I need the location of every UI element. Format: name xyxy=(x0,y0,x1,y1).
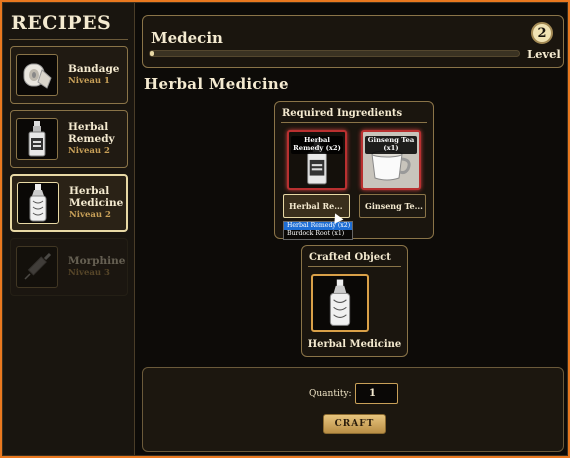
level-badge: 2 xyxy=(531,22,553,44)
ingredient-label: Ginseng Tea (x1) xyxy=(365,136,417,154)
recipe-level: Niveau 3 xyxy=(68,268,110,279)
medicine-bottle-icon xyxy=(17,182,59,224)
dropdown-option[interactable]: Burdock Root (x1) xyxy=(284,230,352,238)
xp-progress-bar xyxy=(149,50,520,57)
recipe-name: Herbal Medicine xyxy=(69,185,124,210)
ingredient-select-2[interactable]: Ginseng Te... xyxy=(359,194,426,218)
recipe-item-herbal-remedy[interactable]: Herbal Remedy Niveau 2 xyxy=(10,110,128,168)
recipes-sidebar: RECIPES Bandage Niveau 1 Herbal Remedy N… xyxy=(3,3,135,455)
dropdown-option[interactable]: Herbal Remedy (x2) xyxy=(284,222,352,231)
recipe-level: Niveau 2 xyxy=(69,210,111,221)
medicine-bottle-icon xyxy=(329,279,351,326)
crafted-object-slot[interactable] xyxy=(311,274,369,332)
ingredient-label: Herbal Remedy (x2) xyxy=(291,136,343,154)
ingredient-slot-herbal-remedy[interactable]: Herbal Remedy (x2) xyxy=(287,130,347,190)
crafted-object-panel: Crafted Object Herbal Medicine xyxy=(301,245,408,357)
crafted-object-name: Herbal Medicine xyxy=(307,339,402,350)
panel-divider xyxy=(308,266,401,267)
ingredients-heading: Required Ingredients xyxy=(282,108,403,119)
profession-name: Medecin xyxy=(151,29,223,47)
bandage-icon xyxy=(16,54,58,96)
recipe-name: Bandage xyxy=(68,63,120,76)
quantity-input[interactable] xyxy=(355,383,398,404)
crafting-window: RECIPES Bandage Niveau 1 Herbal Remedy N… xyxy=(2,2,568,456)
sidebar-title: RECIPES xyxy=(11,12,112,34)
recipe-level: Niveau 2 xyxy=(68,146,110,157)
profession-header: Medecin 2 Level xyxy=(142,15,564,68)
required-ingredients-panel: Required Ingredients Herbal Remedy (x2) … xyxy=(274,101,434,240)
ingredient-dropdown: Herbal Remedy (x2) Burdock Root (x1) xyxy=(283,221,353,240)
recipe-title: Herbal Medicine xyxy=(144,75,289,93)
craft-footer: Quantity: CRAFT xyxy=(142,367,564,452)
panel-divider xyxy=(281,122,427,123)
crafted-heading: Crafted Object xyxy=(309,252,391,263)
ingredient-slot-ginseng-tea[interactable]: Ginseng Tea (x1) xyxy=(361,130,421,190)
recipe-item-morphine[interactable]: Morphine Niveau 3 xyxy=(10,238,128,296)
recipe-level: Niveau 1 xyxy=(68,76,110,87)
recipe-item-bandage[interactable]: Bandage Niveau 1 xyxy=(10,46,128,104)
recipe-item-herbal-medicine[interactable]: Herbal Medicine Niveau 2 xyxy=(10,174,128,232)
recipe-name: Herbal Remedy xyxy=(68,121,115,146)
bottle-icon xyxy=(16,118,58,160)
craft-button[interactable]: CRAFT xyxy=(323,414,386,434)
quantity-label: Quantity: xyxy=(309,389,352,399)
syringe-icon xyxy=(16,246,58,288)
level-label: Level xyxy=(527,47,561,61)
sidebar-divider xyxy=(9,39,128,40)
recipe-name: Morphine xyxy=(68,255,126,268)
xp-progress-fill xyxy=(150,51,155,56)
